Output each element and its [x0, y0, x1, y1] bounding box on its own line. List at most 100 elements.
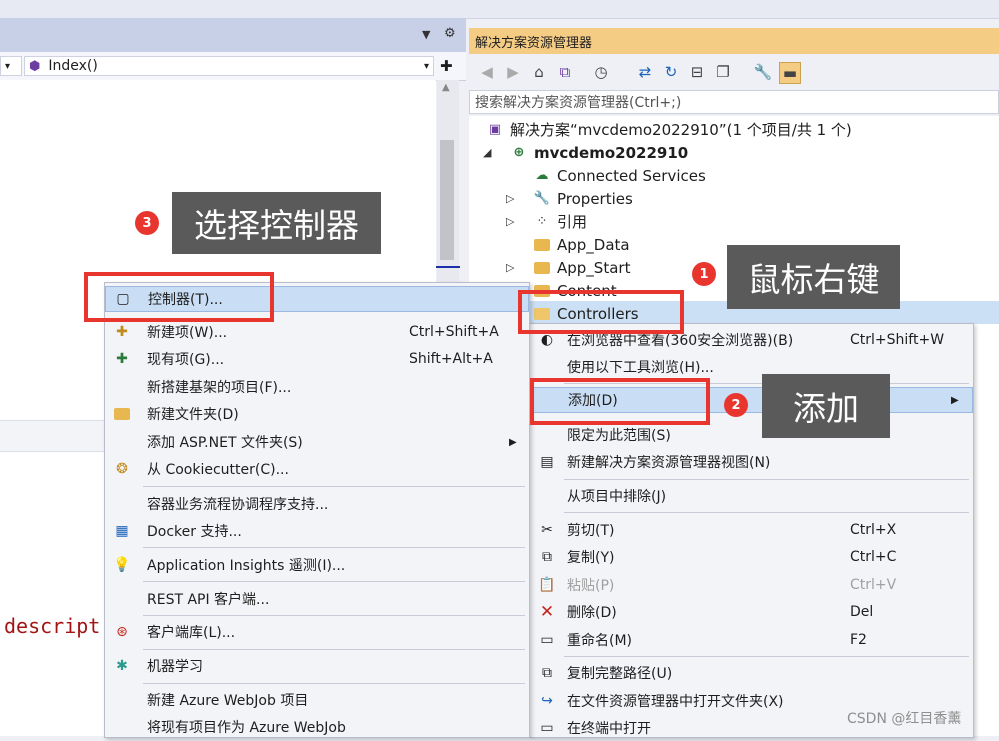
- member-selector[interactable]: ⬢ Index() ▾: [24, 56, 434, 76]
- refresh-icon[interactable]: ↻: [661, 62, 681, 82]
- code-text: descript: [4, 614, 101, 638]
- menu-item-delete[interactable]: ✕ 删除(D) Del: [530, 599, 973, 625]
- menu-item-label: 在文件资源管理器中打开文件夹(X): [567, 694, 784, 710]
- copy-path-icon: ⧉: [542, 665, 552, 681]
- menu-item-label: 剪切(T): [567, 523, 615, 539]
- tree-item-label: App_Start: [557, 258, 631, 277]
- collapsed-arrow-icon[interactable]: ▷: [506, 215, 514, 228]
- menu-item-label: 现有项(G)...: [147, 352, 225, 368]
- pending-changes-filter-icon[interactable]: ◷: [591, 62, 611, 82]
- tree-item-app-data[interactable]: App_Data: [533, 233, 630, 256]
- submenu-item-new-azure-webjob[interactable]: 新建 Azure WebJob 项目: [105, 687, 529, 713]
- submenu-item-scaffolded-item[interactable]: 新搭建基架的项目(F)...: [105, 374, 529, 400]
- menu-item-label: Docker 支持...: [147, 524, 242, 540]
- menu-separator: [143, 486, 525, 487]
- menu-separator: [143, 649, 525, 650]
- menu-item-shortcut: F2: [850, 632, 867, 648]
- gear-icon[interactable]: ⚙: [444, 26, 456, 41]
- menu-separator: [564, 656, 969, 657]
- tree-item-project[interactable]: ⊕ mvcdemo2022910: [510, 141, 689, 164]
- lightbulb-icon: 💡: [113, 557, 131, 573]
- tree-item-app-start[interactable]: App_Start: [533, 256, 630, 279]
- menu-item-label: 容器业务流程协调程序支持...: [147, 497, 329, 513]
- menu-item-new-view[interactable]: ▤ 新建解决方案资源管理器视图(N): [530, 449, 973, 475]
- submenu-item-client-library[interactable]: ⊛ 客户端库(L)...: [105, 619, 529, 645]
- web-project-icon: ⊕: [513, 145, 525, 160]
- terminal-icon: ▭: [540, 720, 554, 736]
- tree-item-label: App_Data: [557, 235, 630, 254]
- menu-item-label: 重命名(M): [567, 633, 633, 649]
- menu-item-scope-to-this[interactable]: 限定为此范围(S): [530, 422, 973, 448]
- menu-item-label: 复制(Y): [567, 550, 615, 566]
- solution-explorer-toolbar: ◀ ▶ ⌂ ⧉ ◷ ⇄ ↻ ⊟ ❐ 🔧 ▬: [469, 54, 999, 88]
- step-badge-3: 3: [135, 211, 159, 235]
- menu-separator: [564, 512, 969, 513]
- submenu-item-docker-support[interactable]: ▦ Docker 支持...: [105, 518, 529, 544]
- tree-item-references[interactable]: ⁘ 引用: [533, 210, 587, 233]
- submenu-item-cookiecutter[interactable]: ❂ 从 Cookiecutter(C)...: [105, 456, 529, 482]
- submenu-item-existing-azure-webjob[interactable]: 将现有项目作为 Azure WebJob: [105, 714, 529, 740]
- folder-icon: [533, 260, 551, 276]
- menu-item-shortcut: Shift+Alt+A: [409, 351, 493, 367]
- step-callout-1: 鼠标右键: [727, 245, 900, 309]
- menu-item-rename[interactable]: ▭ 重命名(M) F2: [530, 627, 973, 653]
- wrench-icon: 🔧: [533, 191, 551, 206]
- tree-item-solution[interactable]: ▣ 解决方案“mvcdemo2022910”(1 个项目/共 1 个): [486, 118, 852, 141]
- menu-item-copy[interactable]: ⧉ 复制(Y) Ctrl+C: [530, 544, 973, 570]
- split-editor-icon[interactable]: ✚: [440, 57, 453, 75]
- menu-item-browse-with[interactable]: 使用以下工具浏览(H)...: [530, 354, 973, 380]
- properties-wrench-icon[interactable]: 🔧: [753, 62, 773, 82]
- references-icon: ⁘: [536, 214, 548, 229]
- new-item-icon: ✚: [116, 324, 128, 340]
- tree-item-properties[interactable]: 🔧 Properties: [533, 187, 633, 210]
- collapsed-arrow-icon[interactable]: ▷: [506, 192, 514, 205]
- switch-views-icon[interactable]: ⧉: [555, 62, 575, 82]
- add-submenu: ▢ 控制器(T)... ✚ 新建项(W)... Ctrl+Shift+A ✚ 现…: [104, 282, 530, 738]
- menu-item-label: 限定为此范围(S): [567, 428, 671, 444]
- submenu-item-rest-api-client[interactable]: REST API 客户端...: [105, 586, 529, 612]
- menu-item-copy-full-path[interactable]: ⧉ 复制完整路径(U): [530, 660, 973, 686]
- home-icon[interactable]: ⌂: [529, 62, 549, 82]
- submenu-item-aspnet-folder[interactable]: 添加 ASP.NET 文件夹(S) ▶: [105, 429, 529, 455]
- type-selector[interactable]: ▾: [0, 56, 22, 76]
- paste-icon: 📋: [538, 577, 556, 593]
- sync-icon[interactable]: ⇄: [635, 62, 655, 82]
- forward-icon[interactable]: ▶: [503, 62, 523, 82]
- menu-item-shortcut: Ctrl+Shift+A: [409, 324, 499, 340]
- solution-explorer-search-input[interactable]: 搜索解决方案资源管理器(Ctrl+;): [469, 90, 999, 114]
- menu-item-label: 粘贴(P): [567, 578, 615, 594]
- step-callout-2: 添加: [762, 374, 890, 438]
- menu-item-label: 在终端中打开: [567, 721, 651, 737]
- collapsed-arrow-icon[interactable]: ▷: [506, 261, 514, 274]
- collapse-all-icon[interactable]: ⊟: [687, 62, 707, 82]
- menu-item-exclude[interactable]: 从项目中排除(J): [530, 483, 973, 509]
- solution-icon: ▣: [488, 122, 502, 137]
- chevron-down-icon[interactable]: ▼: [422, 28, 430, 41]
- submenu-item-new-folder[interactable]: 新建文件夹(D): [105, 401, 529, 427]
- menu-item-shortcut: Ctrl+V: [850, 577, 897, 593]
- menu-item-label: 新建项(W)...: [147, 325, 228, 341]
- cookiecutter-icon: ❂: [116, 461, 128, 477]
- back-icon[interactable]: ◀: [477, 62, 497, 82]
- rename-icon: ▭: [540, 632, 554, 648]
- menu-item-cut[interactable]: ✂ 剪切(T) Ctrl+X: [530, 517, 973, 543]
- client-library-icon: ⊛: [116, 624, 128, 640]
- submenu-item-orchestrator-support[interactable]: 容器业务流程协调程序支持...: [105, 491, 529, 517]
- preview-selected-icon[interactable]: ▬: [779, 62, 801, 84]
- docker-icon: ▦: [115, 523, 129, 539]
- top-toolbar-strip: [0, 0, 999, 19]
- scroll-up-icon[interactable]: ▲: [442, 82, 450, 93]
- editor-scrollbar-thumb[interactable]: [440, 140, 454, 260]
- submenu-item-new-item[interactable]: ✚ 新建项(W)... Ctrl+Shift+A: [105, 319, 529, 345]
- step-badge-1: 1: [692, 262, 716, 286]
- menu-item-paste[interactable]: 📋 粘贴(P) Ctrl+V: [530, 572, 973, 598]
- submenu-item-application-insights[interactable]: 💡 Application Insights 遥测(I)...: [105, 552, 529, 578]
- submenu-item-existing-item[interactable]: ✚ 现有项(G)... Shift+Alt+A: [105, 346, 529, 372]
- tree-item-connected-services[interactable]: ☁ Connected Services: [533, 164, 706, 187]
- step-badge-2: 2: [724, 393, 748, 417]
- expanded-arrow-icon[interactable]: ◢: [483, 146, 491, 159]
- highlight-box-controllers: [518, 290, 684, 334]
- editor-navigation-bar: ▾ ⬢ Index() ▾ ✚: [0, 52, 466, 81]
- show-all-files-icon[interactable]: ❐: [713, 62, 733, 82]
- submenu-item-machine-learning[interactable]: ✱ 机器学习: [105, 653, 529, 679]
